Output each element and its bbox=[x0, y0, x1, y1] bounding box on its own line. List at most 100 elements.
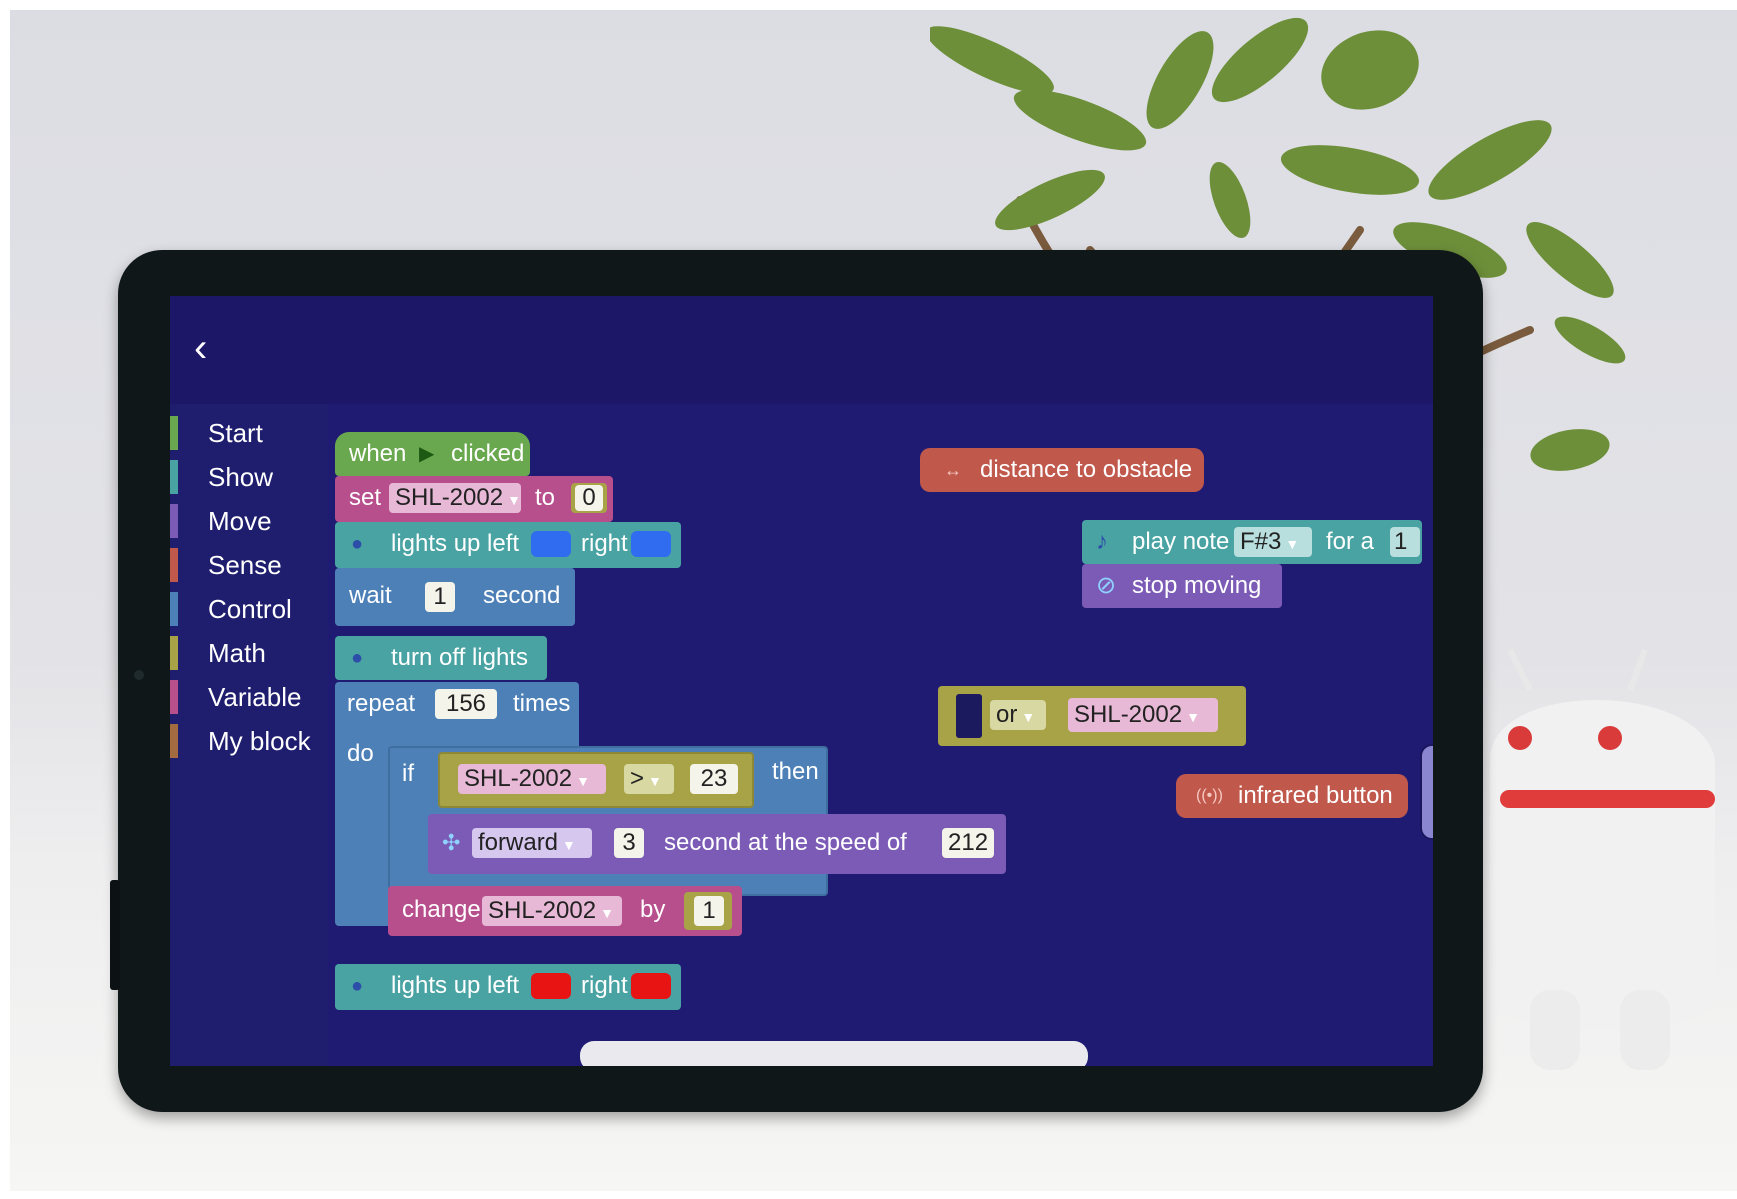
empty-slot[interactable] bbox=[956, 694, 982, 738]
category-show[interactable]: Show bbox=[170, 460, 328, 494]
android-figure bbox=[1490, 648, 1715, 1070]
category-move[interactable]: Move bbox=[170, 504, 328, 538]
for-a-label: for a bbox=[1326, 528, 1375, 555]
run-program-button[interactable] bbox=[1420, 744, 1433, 840]
category-label: Show bbox=[208, 462, 274, 492]
note-name: F#3 bbox=[1240, 528, 1282, 555]
or-block[interactable]: or ▼ SHL-2002 ▼ bbox=[938, 686, 1246, 746]
lights-up-block[interactable]: ● lights up left right bbox=[335, 522, 681, 568]
category-color-bar bbox=[170, 416, 178, 450]
lights-up-label: lights up left bbox=[391, 972, 520, 999]
repeat-do-label: do bbox=[347, 740, 374, 767]
variable-name: SHL-2002 bbox=[488, 897, 597, 924]
variable-name: SHL-2002 bbox=[395, 484, 504, 511]
lightbulb-icon: ● bbox=[351, 533, 364, 555]
stop-moving-label: stop moving bbox=[1132, 572, 1262, 599]
category-start[interactable]: Start bbox=[170, 416, 328, 450]
dropdown-arrow-icon: ▼ bbox=[648, 773, 662, 789]
direction-dropdown[interactable]: forward ▼ bbox=[472, 828, 592, 858]
music-note-icon: ♪ bbox=[1096, 528, 1108, 555]
set-value-slot[interactable]: 0 bbox=[571, 483, 607, 513]
tablet-side-button bbox=[110, 880, 120, 990]
category-label: Variable bbox=[208, 682, 302, 712]
when-label: when bbox=[349, 440, 407, 467]
horizontal-scrollbar[interactable] bbox=[580, 1041, 1088, 1066]
wait-block[interactable]: wait 1 second bbox=[335, 568, 575, 626]
left-color-swatch[interactable] bbox=[531, 531, 571, 557]
category-color-bar bbox=[170, 636, 178, 670]
category-math[interactable]: Math bbox=[170, 636, 328, 670]
compare-variable-dropdown[interactable]: SHL-2002 ▼ bbox=[458, 764, 606, 794]
or-dropdown[interactable]: or ▼ bbox=[990, 700, 1046, 730]
category-my-block[interactable]: My block bbox=[170, 724, 328, 758]
set-variable-dropdown[interactable]: SHL-2002 ▼ bbox=[389, 483, 521, 513]
change-variable-dropdown[interactable]: SHL-2002 ▼ bbox=[482, 896, 622, 926]
dropdown-arrow-icon: ▼ bbox=[1186, 709, 1200, 725]
distance-label: distance to obstacle bbox=[980, 456, 1193, 483]
change-variable-block[interactable]: change SHL-2002 ▼ by 1 bbox=[388, 886, 742, 936]
operator-symbol: > bbox=[630, 765, 645, 792]
second-label: second bbox=[483, 582, 561, 609]
direction-name: forward bbox=[478, 829, 559, 856]
infrared-icon: ((•)) bbox=[1196, 787, 1223, 804]
play-icon bbox=[1422, 746, 1433, 838]
turn-off-lights-block[interactable]: ● turn off lights bbox=[335, 636, 547, 680]
change-value-slot[interactable]: 1 bbox=[684, 892, 732, 930]
set-value[interactable]: 0 bbox=[575, 485, 603, 511]
dropdown-arrow-icon: ▼ bbox=[1021, 709, 1036, 725]
when-clicked-block[interactable]: when ▶ clicked bbox=[335, 432, 530, 476]
distance-to-obstacle-block[interactable]: ↔ distance to obstacle bbox=[920, 448, 1204, 492]
by-label: by bbox=[640, 896, 666, 923]
right-color-swatch[interactable] bbox=[631, 973, 671, 999]
category-control[interactable]: Control bbox=[170, 592, 328, 626]
turn-off-label: turn off lights bbox=[391, 644, 528, 671]
play-flag-icon: ▶ bbox=[419, 443, 435, 465]
speed-text: second at the speed of bbox=[664, 829, 907, 856]
app-screen: ‹ Start Show Move Sense Control Math Var… bbox=[170, 296, 1433, 1066]
repeat-count[interactable]: 156 bbox=[435, 689, 497, 719]
play-note-block[interactable]: ♪ play note F#3 ▼ for a 1 bbox=[1082, 520, 1422, 564]
speed-value[interactable]: 212 bbox=[942, 828, 994, 858]
change-value[interactable]: 1 bbox=[694, 896, 724, 926]
forward-duration[interactable]: 3 bbox=[614, 828, 644, 858]
variable-name: SHL-2002 bbox=[464, 765, 573, 792]
lights-up-block[interactable]: ● lights up left right bbox=[335, 964, 681, 1010]
category-color-bar bbox=[170, 504, 178, 538]
right-label: right bbox=[581, 972, 628, 999]
category-variable[interactable]: Variable bbox=[170, 680, 328, 714]
compare-block[interactable]: SHL-2002 ▼ > ▼ 23 bbox=[438, 752, 754, 808]
dropdown-arrow-icon: ▼ bbox=[1285, 536, 1300, 552]
back-icon[interactable]: ‹ bbox=[194, 326, 234, 370]
to-label: to bbox=[535, 484, 556, 511]
category-color-bar bbox=[170, 548, 178, 582]
dropdown-arrow-icon: ▼ bbox=[562, 837, 576, 853]
variable-name: SHL-2002 bbox=[1074, 701, 1183, 728]
dropdown-arrow-icon: ▼ bbox=[576, 773, 590, 789]
infrared-button-block[interactable]: ((•)) infrared button bbox=[1176, 774, 1408, 818]
category-color-bar bbox=[170, 680, 178, 714]
lightbulb-icon: ● bbox=[351, 975, 364, 997]
repeat-times-label: times bbox=[513, 690, 571, 717]
lightbulb-icon: ● bbox=[351, 647, 364, 669]
then-label: then bbox=[772, 758, 819, 785]
compare-value[interactable]: 23 bbox=[690, 764, 738, 794]
block-workspace[interactable]: repeat 156 times do if then SHL-2002 ▼ > ▼… bbox=[328, 404, 1433, 1066]
wait-value[interactable]: 1 bbox=[425, 582, 455, 612]
left-color-swatch[interactable] bbox=[531, 973, 571, 999]
right-color-swatch[interactable] bbox=[631, 531, 671, 557]
tablet-camera bbox=[134, 670, 144, 680]
forward-block[interactable]: ✣ forward ▼ 3 second at the speed of 212 bbox=[428, 814, 1006, 874]
if-label: if bbox=[402, 760, 414, 787]
category-sense[interactable]: Sense bbox=[170, 548, 328, 582]
operator-dropdown[interactable]: > ▼ bbox=[624, 764, 674, 794]
set-variable-block[interactable]: set SHL-2002 ▼ to 0 bbox=[335, 476, 613, 522]
clicked-label: clicked bbox=[451, 440, 525, 467]
top-bar: ‹ bbox=[170, 296, 1433, 404]
beat-dropdown[interactable]: 1 bbox=[1390, 527, 1420, 557]
dropdown-arrow-icon: ▼ bbox=[507, 492, 521, 508]
or-variable-dropdown[interactable]: SHL-2002 ▼ bbox=[1068, 698, 1218, 732]
note-dropdown[interactable]: F#3 ▼ bbox=[1234, 527, 1312, 557]
category-sidebar: Start Show Move Sense Control Math Varia… bbox=[170, 404, 328, 1066]
category-label: Sense bbox=[208, 550, 282, 580]
stop-moving-block[interactable]: ⊘ stop moving bbox=[1082, 564, 1282, 608]
